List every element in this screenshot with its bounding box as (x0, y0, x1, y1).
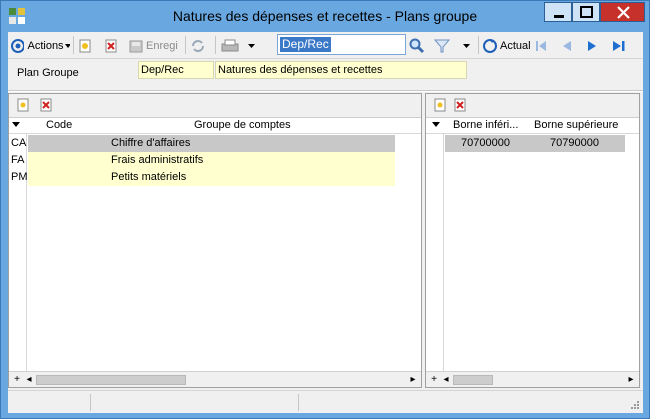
search-input[interactable]: Dep/Rec (277, 34, 406, 55)
magnifier-icon (409, 38, 425, 53)
column-header-upper-bound[interactable]: Borne supérieure (534, 119, 638, 131)
plan-groupe-row: Plan Groupe Dep/Rec Natures des dépenses… (8, 60, 643, 90)
maximize-icon (580, 6, 593, 18)
row-upper-bound-cell: 70790000 (550, 137, 599, 149)
print-icon (221, 39, 239, 51)
new-button[interactable] (77, 35, 95, 56)
new-document-icon (79, 39, 91, 52)
add-row-plus-icon[interactable]: + (428, 374, 440, 386)
toolbar-separator (478, 36, 479, 54)
filter-button[interactable] (433, 35, 473, 56)
close-icon (617, 6, 630, 19)
actual-button[interactable]: Actual (482, 35, 534, 56)
scroll-right-arrow-icon[interactable]: ▸ (407, 374, 419, 386)
table-row[interactable]: 70700000 70790000 (445, 135, 625, 152)
ranges-horizontal-scrollbar[interactable]: + ◂ ▸ (426, 371, 639, 387)
last-record-icon (613, 40, 625, 51)
actions-label: Actions (27, 39, 64, 52)
row-gutter (9, 134, 27, 371)
table-row[interactable]: CA Chiffre d'affaires (11, 135, 395, 152)
add-row-plus-icon[interactable]: + (11, 374, 23, 386)
refresh-icon (192, 39, 204, 52)
scrollbar-thumb[interactable] (36, 375, 186, 385)
column-header-group[interactable]: Groupe de comptes (194, 119, 354, 131)
save-label: Enregi (146, 39, 178, 52)
row-code-cell: FA (11, 154, 25, 166)
table-row[interactable]: PM Petits matériels (11, 169, 395, 186)
title-bar[interactable]: Natures des dépenses et recettes - Plans… (1, 1, 649, 32)
row-code-cell: CA (11, 137, 27, 149)
previous-record-icon (563, 40, 571, 51)
row-selector-dropdown[interactable] (432, 122, 440, 127)
row-code-cell: PM (11, 171, 28, 183)
section-divider (8, 90, 643, 92)
add-group-button[interactable] (16, 98, 30, 112)
filter-icon (433, 39, 451, 52)
status-bar (8, 390, 643, 413)
groups-pane: Code Groupe de comptes CA Chiffre d'affa… (8, 93, 422, 388)
next-record-icon (588, 40, 596, 51)
groups-toolbar (9, 94, 421, 116)
ranges-grid: Borne inféri... Borne supérieure 7070000… (426, 117, 639, 371)
status-separator (90, 394, 91, 411)
main-toolbar: Actions Enregi Dep/Rec Actual (8, 32, 643, 59)
plan-groupe-label: Plan Groupe (17, 67, 79, 79)
status-separator (298, 394, 299, 411)
refresh-circle-icon (483, 38, 497, 53)
delete-button[interactable] (103, 35, 121, 56)
maximize-button[interactable] (572, 2, 600, 22)
groups-grid-header: Code Groupe de comptes (9, 118, 421, 134)
row-group-cell: Frais administratifs (111, 154, 204, 166)
toolbar-separator (215, 36, 216, 54)
close-button[interactable] (600, 2, 645, 22)
save-button[interactable]: Enregi (128, 35, 182, 56)
actual-label: Actual (500, 39, 531, 52)
ranges-pane: Borne inféri... Borne supérieure 7070000… (425, 93, 640, 388)
search-button[interactable] (408, 35, 428, 56)
column-header-lower-bound[interactable]: Borne inféri... (453, 119, 531, 131)
refresh-button[interactable] (189, 35, 209, 56)
print-button[interactable] (220, 35, 260, 56)
scroll-right-arrow-icon[interactable]: ▸ (625, 374, 637, 386)
delete-icon (105, 39, 117, 52)
row-selector-dropdown[interactable] (12, 122, 20, 127)
row-group-cell: Chiffre d'affaires (111, 137, 191, 149)
toolbar-separator (185, 36, 186, 54)
delete-group-button[interactable] (39, 98, 53, 112)
delete-range-button[interactable] (453, 98, 467, 112)
app-window: Natures des dépenses et recettes - Plans… (0, 0, 650, 419)
first-record-button[interactable] (534, 35, 550, 56)
first-record-icon (536, 40, 546, 51)
column-header-code[interactable]: Code (46, 119, 96, 131)
row-lower-bound-cell: 70700000 (461, 137, 510, 149)
groups-horizontal-scrollbar[interactable]: + ◂ ▸ (9, 371, 421, 387)
ranges-toolbar (426, 94, 639, 116)
minimize-button[interactable] (544, 2, 572, 22)
plan-name-field[interactable]: Natures des dépenses et recettes (215, 61, 467, 79)
chevron-down-icon (248, 43, 255, 48)
next-record-button[interactable] (585, 35, 601, 56)
scroll-left-arrow-icon[interactable]: ◂ (23, 374, 35, 386)
search-input-value: Dep/Rec (280, 37, 331, 52)
toolbar-separator (73, 36, 74, 54)
scrollbar-thumb[interactable] (453, 375, 493, 385)
add-range-button[interactable] (433, 98, 447, 112)
groups-grid: Code Groupe de comptes CA Chiffre d'affa… (9, 117, 421, 371)
resize-grip-icon[interactable] (630, 400, 640, 410)
row-group-cell: Petits matériels (111, 171, 187, 183)
chevron-down-icon (64, 43, 70, 48)
client-area: Actions Enregi Dep/Rec Actual Plan Group… (8, 32, 643, 413)
minimize-icon (554, 15, 564, 18)
last-record-button[interactable] (611, 35, 629, 56)
previous-record-button[interactable] (560, 35, 576, 56)
save-icon (129, 40, 143, 52)
chevron-down-icon (463, 43, 470, 48)
actions-circle-icon (11, 38, 25, 53)
actions-button[interactable]: Actions (10, 35, 70, 56)
ranges-grid-header: Borne inféri... Borne supérieure (426, 118, 639, 134)
scroll-left-arrow-icon[interactable]: ◂ (440, 374, 452, 386)
table-row[interactable]: FA Frais administratifs (11, 152, 395, 169)
plan-code-field[interactable]: Dep/Rec (138, 61, 214, 79)
row-gutter (426, 134, 444, 371)
